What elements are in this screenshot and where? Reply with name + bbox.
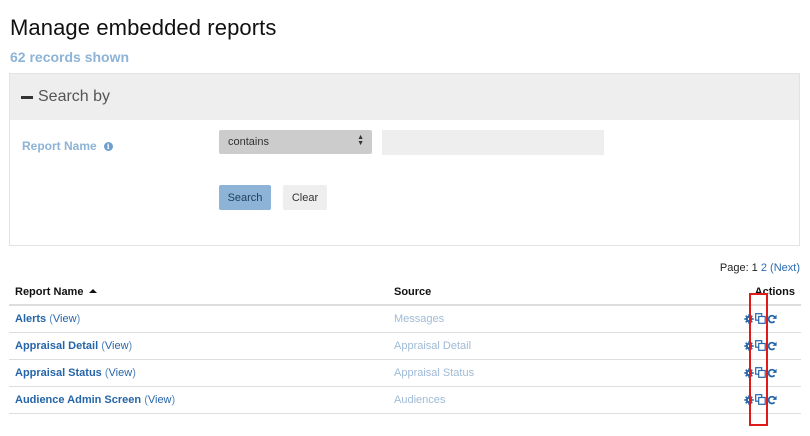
source-link[interactable]: Appraisal Status (394, 367, 474, 379)
gear-icon[interactable] (744, 340, 754, 351)
view-link[interactable]: View (105, 340, 129, 352)
gear-icon[interactable] (744, 367, 754, 378)
report-name-link[interactable]: Audience Admin Screen (15, 394, 141, 406)
row-actions (708, 305, 801, 333)
refresh-icon[interactable] (767, 395, 777, 405)
info-icon[interactable]: i (103, 141, 113, 151)
next-page-link[interactable]: (Next) (770, 262, 800, 274)
page: Manage embedded reports 62 records shown… (0, 0, 810, 436)
table-row: Appraisal Status (View) Appraisal Status (9, 359, 801, 387)
row-actions (708, 332, 801, 360)
copy-icon[interactable] (755, 340, 766, 351)
source-link[interactable]: Messages (394, 313, 444, 325)
operator-select[interactable]: contains ▲ ▼ (219, 130, 372, 154)
search-button[interactable]: Search (219, 185, 271, 210)
view-link[interactable]: View (53, 313, 77, 325)
view-link[interactable]: View (109, 367, 133, 379)
source-link[interactable]: Appraisal Detail (394, 340, 471, 352)
page-2-link[interactable]: 2 (761, 262, 767, 274)
reports-table: Report Name Source Actions Alerts (View)… (9, 280, 801, 414)
select-arrows-icon: ▲ ▼ (357, 134, 364, 147)
refresh-icon[interactable] (767, 341, 777, 351)
copy-icon[interactable] (755, 394, 766, 405)
row-actions (708, 386, 801, 414)
column-header-source: Source (388, 280, 708, 306)
table-row: Audience Admin Screen (View) Audiences (9, 386, 801, 414)
sort-ascending-icon (89, 289, 98, 293)
table-row: Alerts (View) Messages (9, 305, 801, 333)
operator-select-value: contains (228, 136, 269, 148)
table-header-row: Report Name Source Actions (9, 280, 801, 306)
table-row: Appraisal Detail (View) Appraisal Detail (9, 332, 801, 360)
records-count: 62 records shown (10, 49, 130, 65)
refresh-icon[interactable] (767, 314, 777, 324)
minus-icon (21, 96, 33, 99)
gear-icon[interactable] (744, 314, 754, 324)
report-name-input[interactable] (382, 130, 604, 155)
report-name-link[interactable]: Alerts (15, 313, 46, 325)
source-link[interactable]: Audiences (394, 394, 445, 406)
filter-label-text: Report Name (22, 139, 97, 153)
page-current: Page: 1 (719, 262, 758, 274)
refresh-icon[interactable] (767, 368, 777, 378)
gear-icon[interactable] (744, 394, 754, 405)
search-panel: Search by Report Name i contains ▲ ▼ Sear… (9, 73, 800, 246)
view-link[interactable]: View (148, 394, 172, 406)
pagination: Page: 1 2 (Next) (720, 262, 800, 274)
column-header-label: Report Name (15, 286, 84, 298)
report-name-filter-label: Report Name i (22, 139, 113, 153)
report-name-link[interactable]: Appraisal Detail (15, 340, 98, 352)
report-name-link[interactable]: Appraisal Status (15, 367, 102, 379)
search-panel-toggle[interactable]: Search by (10, 74, 799, 120)
search-panel-title: Search by (38, 88, 111, 105)
row-actions (708, 359, 801, 387)
column-header-actions: Actions (708, 280, 801, 306)
page-title: Manage embedded reports (10, 15, 277, 40)
copy-icon[interactable] (755, 367, 766, 378)
copy-icon[interactable] (755, 313, 766, 325)
column-header-report-name[interactable]: Report Name (9, 280, 388, 306)
clear-button[interactable]: Clear (283, 185, 327, 210)
